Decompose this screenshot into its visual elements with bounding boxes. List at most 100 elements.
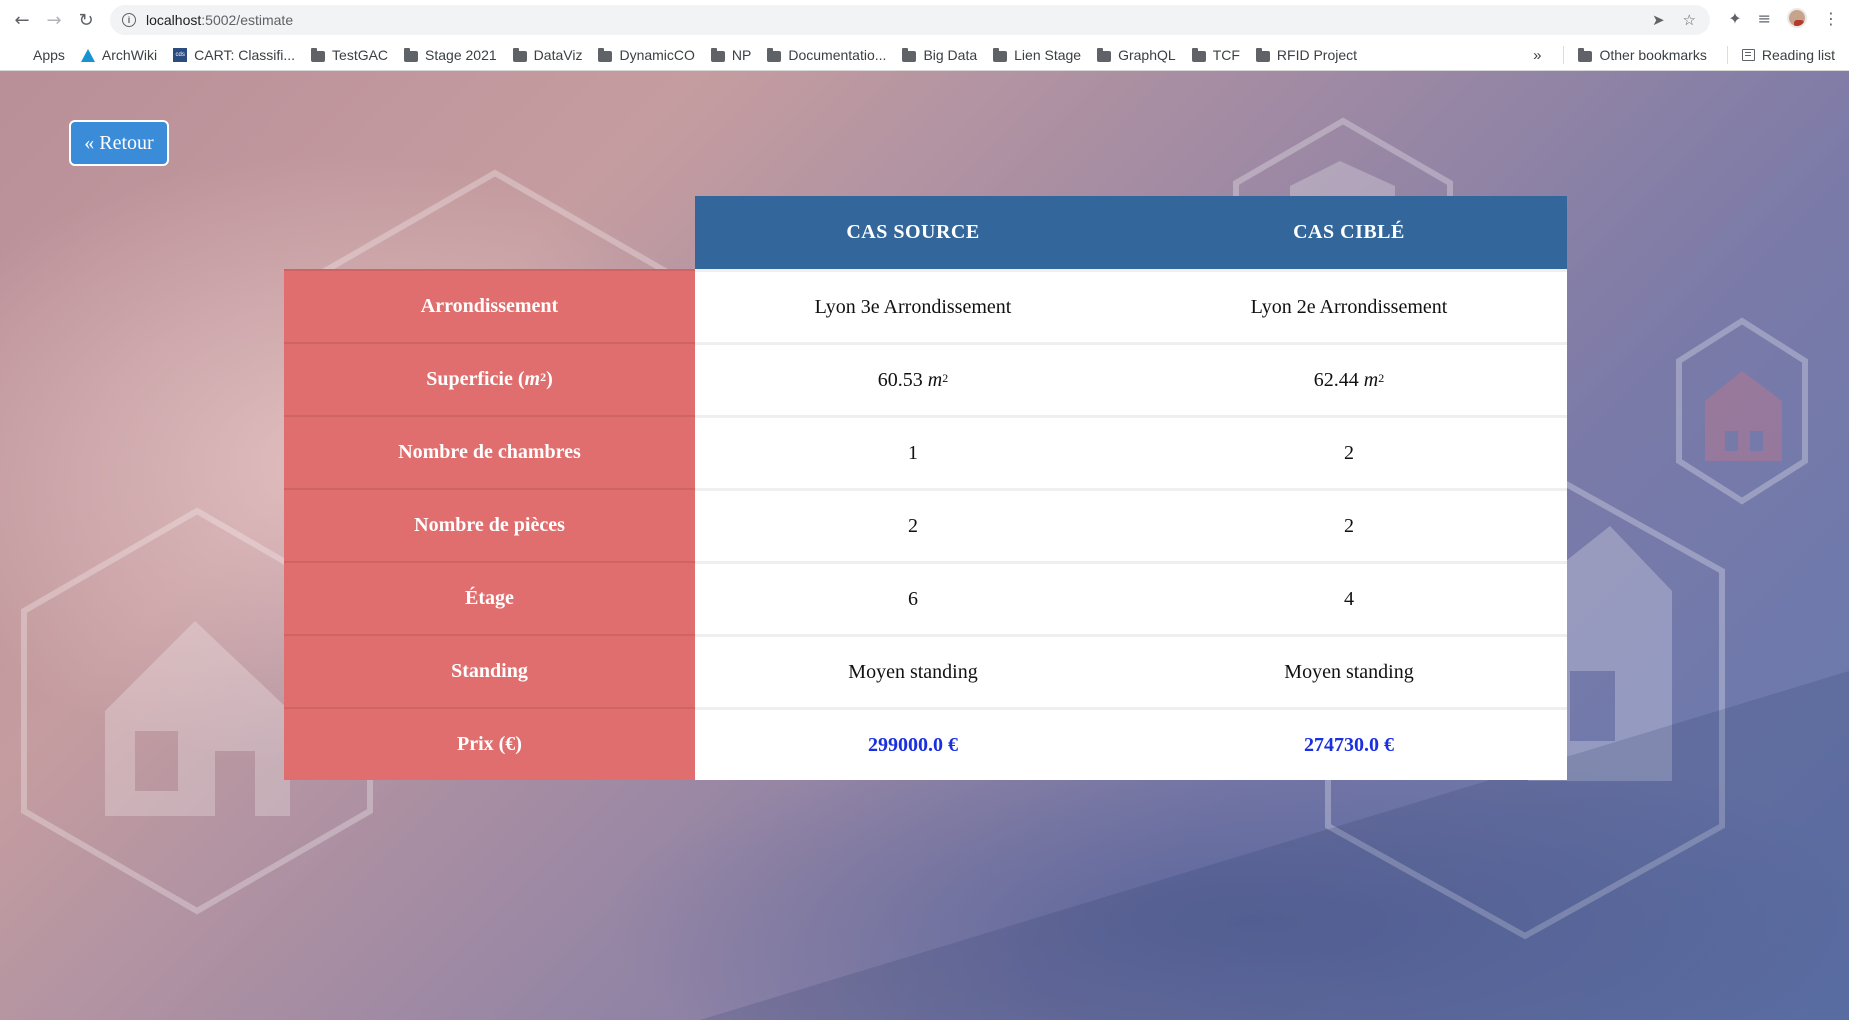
forward-arrow-icon[interactable]: →: [42, 8, 66, 32]
source-value: Moyen standing: [695, 634, 1131, 707]
source-value: 60.53 m2: [695, 342, 1131, 415]
row-label: Étage: [284, 561, 695, 634]
address-bar[interactable]: i localhost:5002/estimate ➤ ☆: [110, 5, 1710, 35]
target-value: 62.44 m2: [1131, 342, 1567, 415]
divider: [1563, 46, 1565, 64]
target-value: Lyon 2e Arrondissement: [1131, 269, 1567, 342]
bookmark-label: Lien Stage: [1014, 47, 1082, 63]
folder-icon: [404, 47, 419, 62]
bookmark-folder-rfid-project[interactable]: RFID Project: [1255, 47, 1357, 63]
unit-m: m: [1363, 368, 1379, 391]
row-label: Nombre de chambres: [284, 415, 695, 488]
bookmark-label: DynamicCO: [619, 47, 695, 63]
menu-kebab-icon[interactable]: ⋮: [1823, 9, 1839, 28]
bookmark-folder-dynamicco[interactable]: DynamicCO: [598, 47, 695, 63]
bookmark-folder-dataviz[interactable]: DataViz: [512, 47, 583, 63]
reload-icon[interactable]: ↻: [74, 8, 98, 32]
bookmark-label: Documentatio...: [788, 47, 887, 63]
profile-avatar[interactable]: [1787, 8, 1807, 28]
back-arrow-icon[interactable]: ←: [10, 8, 34, 32]
table-row-arrondissement: Arrondissement Lyon 3e Arrondissement Ly…: [284, 269, 1567, 342]
folder-icon: [512, 47, 527, 62]
row-label: Superficie (m 2): [284, 342, 695, 415]
bookmark-label: Apps: [33, 47, 65, 63]
bookmark-label: Other bookmarks: [1599, 47, 1707, 63]
source-value: Lyon 3e Arrondissement: [695, 269, 1131, 342]
label-prefix: Superficie (: [426, 368, 525, 390]
row-label: Standing: [284, 634, 695, 707]
send-tab-icon[interactable]: ➤: [1652, 11, 1665, 29]
bookmark-folder-np[interactable]: NP: [710, 47, 751, 63]
column-header-source: CAS SOURCE: [846, 221, 980, 243]
folder-icon: [1097, 47, 1112, 62]
folder-icon: [710, 47, 725, 62]
bookmark-folder-testgac[interactable]: TestGAC: [311, 47, 388, 63]
bookmark-label: Big Data: [923, 47, 978, 63]
source-value: 1: [695, 415, 1131, 488]
bookmark-label: TestGAC: [332, 47, 389, 63]
extensions-icon[interactable]: ✦: [1728, 9, 1741, 28]
target-area-number: 62.44: [1313, 368, 1359, 391]
cart-favicon: cds: [173, 48, 188, 62]
label-suffix: ): [546, 368, 553, 390]
bookmark-folder-big-data[interactable]: Big Data: [902, 47, 977, 63]
folder-icon: [598, 47, 613, 62]
unit-m: m: [524, 368, 541, 390]
bookmark-archwiki[interactable]: ArchWiki: [80, 47, 158, 63]
bookmark-apps[interactable]: Apps: [14, 47, 65, 63]
bookmark-folder-stage-2021[interactable]: Stage 2021: [404, 47, 497, 63]
bookmarks-bar: Apps ArchWiki cds CART: Classifi... Test…: [0, 40, 1849, 70]
archlinux-icon: [80, 48, 95, 62]
bookmark-folder-documentation[interactable]: Documentatio...: [767, 47, 886, 63]
estimate-page: « Retour CAS SOURCE CAS CIBLÉ Arrondisse…: [0, 71, 1849, 1020]
table-row-chambres: Nombre de chambres 1 2: [284, 415, 1567, 488]
row-label: Arrondissement: [284, 269, 695, 342]
bookmark-label: DataViz: [533, 47, 583, 63]
target-price: 274730.0 €: [1131, 707, 1567, 780]
folder-icon: [767, 47, 782, 62]
table-row-prix: Prix (€) 299000.0 € 274730.0 €: [284, 707, 1567, 780]
source-price: 299000.0 €: [695, 707, 1131, 780]
divider: [1726, 46, 1728, 64]
back-button[interactable]: « Retour: [69, 120, 169, 166]
unit-exponent: 2: [540, 370, 547, 384]
table-row-standing: Standing Moyen standing Moyen standing: [284, 634, 1567, 707]
bookmark-folder-tcf[interactable]: TCF: [1191, 47, 1240, 63]
folder-icon: [1578, 47, 1593, 62]
bookmark-label: CART: Classifi...: [194, 47, 296, 63]
browser-toolbar: ← → ↻ i localhost:5002/estimate ➤ ☆ ✦ ≡ …: [0, 0, 1849, 40]
table-row-superficie: Superficie (m 2) 60.53 m2 62.44 m2: [284, 342, 1567, 415]
table-row-pieces: Nombre de pièces 2 2: [284, 488, 1567, 561]
target-value: 4: [1131, 561, 1567, 634]
unit-exponent: 2: [942, 370, 949, 385]
source-value: 2: [695, 488, 1131, 561]
folder-icon: [1191, 47, 1206, 62]
apps-grid-icon: [14, 49, 26, 61]
row-label: Prix (€): [284, 707, 695, 780]
bookmark-folder-graphql[interactable]: GraphQL: [1097, 47, 1176, 63]
table-row-etage: Étage 6 4: [284, 561, 1567, 634]
reading-list-button[interactable]: Reading list: [1741, 47, 1835, 63]
other-bookmarks-folder[interactable]: Other bookmarks: [1578, 47, 1707, 63]
folder-icon: [993, 47, 1008, 62]
unit-m: m: [927, 368, 943, 391]
table-header-row: CAS SOURCE CAS CIBLÉ: [284, 196, 1567, 269]
source-value: 6: [695, 561, 1131, 634]
media-controls-icon[interactable]: ≡: [1758, 9, 1771, 28]
house-icon: [105, 621, 290, 816]
column-header-target: CAS CIBLÉ: [1293, 221, 1405, 243]
target-value: 2: [1131, 415, 1567, 488]
bookmark-folder-lien-stage[interactable]: Lien Stage: [993, 47, 1081, 63]
bookmark-label: GraphQL: [1118, 47, 1176, 63]
browser-chrome: ← → ↻ i localhost:5002/estimate ➤ ☆ ✦ ≡ …: [0, 0, 1849, 71]
bookmarks-overflow-button[interactable]: »: [1533, 47, 1541, 64]
row-label: Nombre de pièces: [284, 488, 695, 561]
bookmark-cart[interactable]: cds CART: Classifi...: [173, 47, 295, 63]
bookmark-label: ArchWiki: [101, 47, 158, 63]
url-text: localhost:5002/estimate: [146, 12, 294, 28]
site-info-icon[interactable]: i: [122, 13, 136, 27]
folder-icon: [1255, 47, 1270, 62]
folder-icon: [311, 47, 326, 62]
bookmark-star-icon[interactable]: ☆: [1683, 11, 1696, 29]
comparison-table: CAS SOURCE CAS CIBLÉ Arrondissement Lyon…: [284, 196, 1567, 780]
